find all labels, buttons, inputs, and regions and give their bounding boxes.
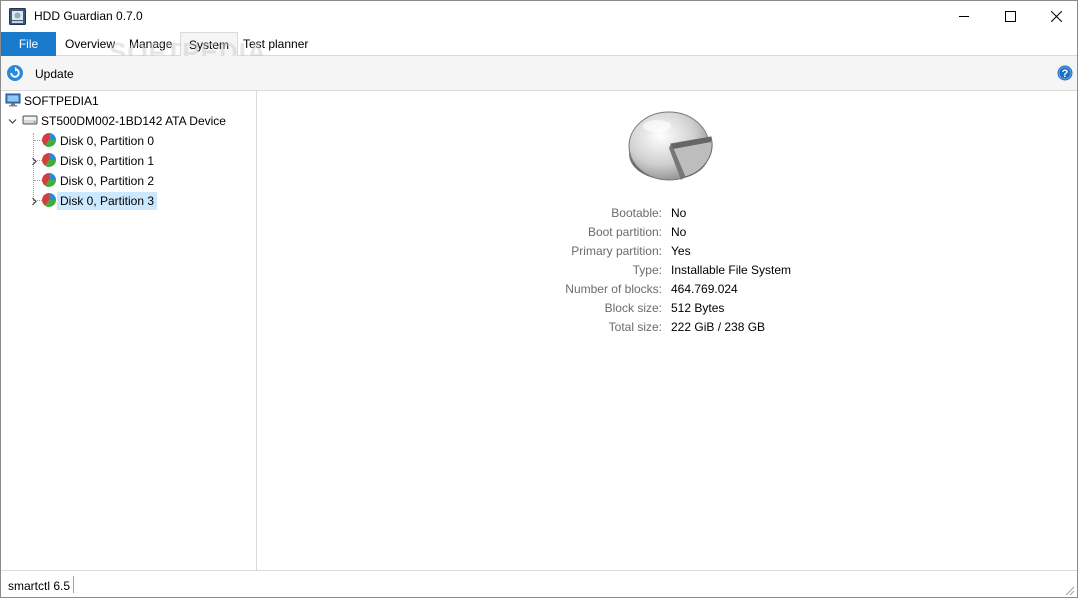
property-row: Number of blocks: 464.769.024 (258, 282, 1077, 300)
property-row: Block size: 512 Bytes (258, 301, 1077, 319)
menu-bar: File Overview Manage System Test planner (1, 32, 1077, 57)
property-value: 464.769.024 (671, 282, 738, 296)
property-value: No (671, 225, 687, 239)
tree-label-device: ST500DM002-1BD142 ATA Device (41, 114, 226, 128)
status-text: smartctl 6.5 (8, 579, 71, 593)
expand-chevron-icon[interactable] (27, 196, 41, 206)
partition-details-panel: Bootable: No Boot partition: No Primary … (258, 91, 1077, 570)
property-row: Type: Installable File System (258, 263, 1077, 281)
status-separator (73, 576, 74, 593)
partition-pie-icon (41, 132, 57, 151)
property-value: 222 GiB / 238 GB (671, 320, 766, 334)
maximize-button[interactable] (987, 1, 1033, 32)
toolbar: Update ? (1, 56, 1077, 91)
property-row: Bootable: No (258, 206, 1077, 224)
partition-pie-icon (41, 192, 57, 211)
tree-node-computer[interactable]: SOFTPEDIA1 (5, 91, 102, 111)
tab-overview[interactable]: Overview (59, 32, 121, 56)
tree-node-partition-selected[interactable]: Disk 0, Partition 3 (27, 191, 158, 211)
close-button[interactable] (1033, 1, 1078, 32)
window-title: HDD Guardian 0.7.0 (34, 9, 143, 23)
hdd-app-icon (9, 8, 26, 25)
tree-node-partition[interactable]: Disk 0, Partition 2 (27, 171, 157, 191)
file-menu-button[interactable]: File (1, 32, 56, 56)
property-label: Primary partition: (571, 244, 662, 258)
tree-label-partition: Disk 0, Partition 2 (60, 174, 155, 188)
tab-test-planner[interactable]: Test planner (237, 32, 314, 56)
svg-text:?: ? (1062, 68, 1069, 80)
refresh-icon (6, 64, 24, 85)
property-row: Boot partition: No (258, 225, 1077, 243)
tree-node-device[interactable]: ST500DM002-1BD142 ATA Device (5, 111, 229, 131)
property-row: Primary partition: Yes (258, 244, 1077, 262)
property-label: Number of blocks: (565, 282, 662, 296)
property-label: Total size: (608, 320, 662, 334)
expand-chevron-icon[interactable] (27, 156, 41, 166)
app-window: HDD Guardian 0.7.0 File Overview Manage … (0, 0, 1078, 598)
tree-label-partition: Disk 0, Partition 0 (60, 134, 155, 148)
property-label: Block size: (604, 301, 662, 315)
collapse-chevron-icon[interactable] (5, 116, 19, 126)
tree-label-computer: SOFTPEDIA1 (24, 94, 99, 108)
property-label: Bootable: (611, 206, 662, 220)
title-bar[interactable]: HDD Guardian 0.7.0 (1, 1, 1077, 32)
tree-label-partition: Disk 0, Partition 3 (57, 192, 158, 210)
property-value: 512 Bytes (671, 301, 725, 315)
tree-label-partition: Disk 0, Partition 1 (60, 154, 155, 168)
status-bar: smartctl 6.5 (1, 570, 1077, 597)
tab-manage[interactable]: Manage (123, 32, 178, 56)
tree-node-partition[interactable]: Disk 0, Partition 1 (27, 151, 157, 171)
property-value: No (671, 206, 687, 220)
update-label: Update (35, 67, 74, 81)
property-label: Type: (632, 263, 662, 277)
help-icon[interactable]: ? (1057, 65, 1073, 81)
property-value: Yes (671, 244, 691, 258)
computer-icon (5, 92, 21, 111)
resize-grip-icon[interactable] (1063, 584, 1075, 596)
partition-pie-icon (41, 172, 57, 191)
property-label: Boot partition: (587, 225, 662, 239)
partition-pie-icon (41, 152, 57, 171)
minimize-button[interactable] (941, 1, 987, 32)
update-button[interactable]: Update (6, 64, 74, 84)
hard-drive-icon (22, 112, 38, 131)
partition-pie-icon (627, 104, 715, 186)
device-tree: SOFTPEDIA1 ST500DM002-1BD142 ATA Device (1, 91, 257, 570)
property-row: Total size: 222 GiB / 238 GB (258, 320, 1077, 338)
property-value: Installable File System (671, 263, 792, 277)
tab-system[interactable]: System (180, 32, 239, 57)
tree-node-partition[interactable]: Disk 0, Partition 0 (27, 131, 157, 151)
